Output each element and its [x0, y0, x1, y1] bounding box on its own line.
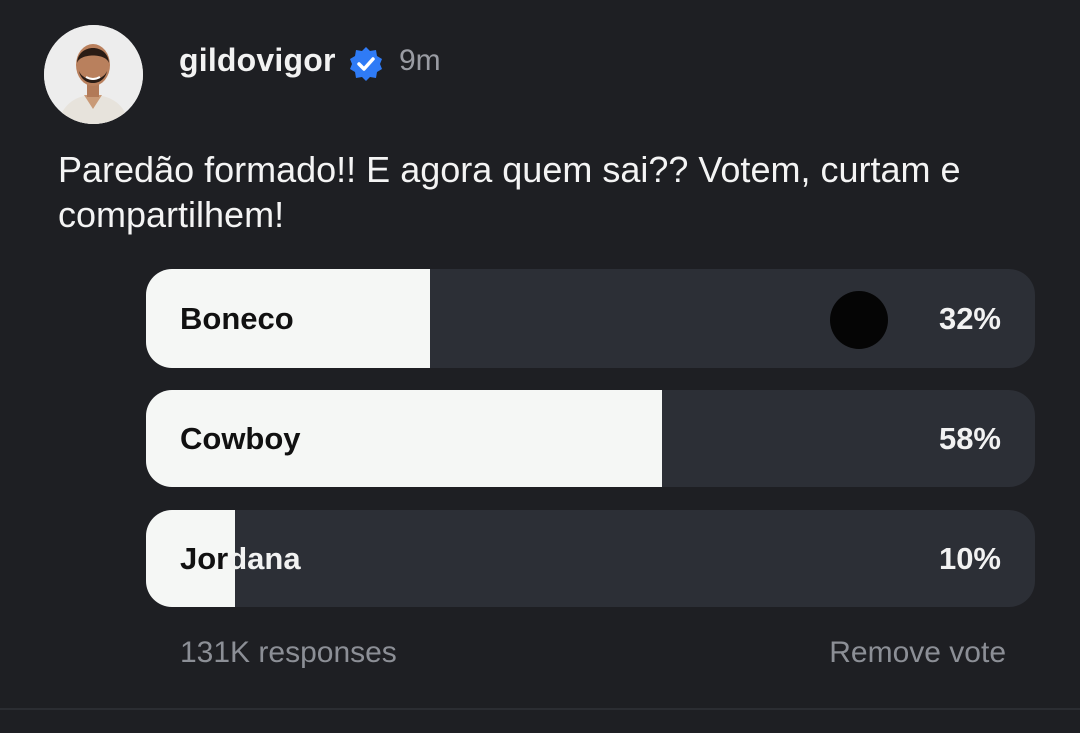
poll-option-boneco[interactable]: Boneco 32% [146, 269, 1035, 368]
profile-photo-icon [44, 25, 143, 124]
timestamp: 9m [399, 44, 441, 77]
avatar[interactable] [44, 25, 143, 124]
label-part-light: dana [228, 540, 301, 576]
poll-option-percent: 10% [938, 540, 1001, 576]
poll-option-jordana[interactable]: Jordana 10% [146, 510, 1035, 607]
poll-option-cowboy[interactable]: Cowboy 58% [146, 390, 1035, 487]
divider [0, 708, 1080, 710]
poll-option-label: Cowboy [180, 420, 301, 456]
poll-option-percent: 32% [938, 300, 1001, 336]
verified-badge-icon [350, 47, 382, 81]
username[interactable]: gildovigor [179, 42, 336, 79]
post-text: Paredão formado!! E agora quem sai?? Vot… [58, 149, 961, 235]
response-count: 131K responses [180, 636, 397, 669]
label-part-dark: Jor [180, 540, 229, 576]
vote-indicator-icon [830, 291, 888, 349]
poll-option-label: Boneco [180, 300, 294, 336]
remove-vote-button[interactable]: Remove vote [829, 636, 1006, 670]
poll-post: gildovigor 9m Paredão formado!! E agora … [0, 0, 1080, 733]
poll-option-percent: 58% [938, 420, 1001, 456]
poll: Boneco 32% Cowboy 58% Jordana 10% [146, 269, 1035, 629]
poll-option-label: Jordana [180, 541, 301, 577]
